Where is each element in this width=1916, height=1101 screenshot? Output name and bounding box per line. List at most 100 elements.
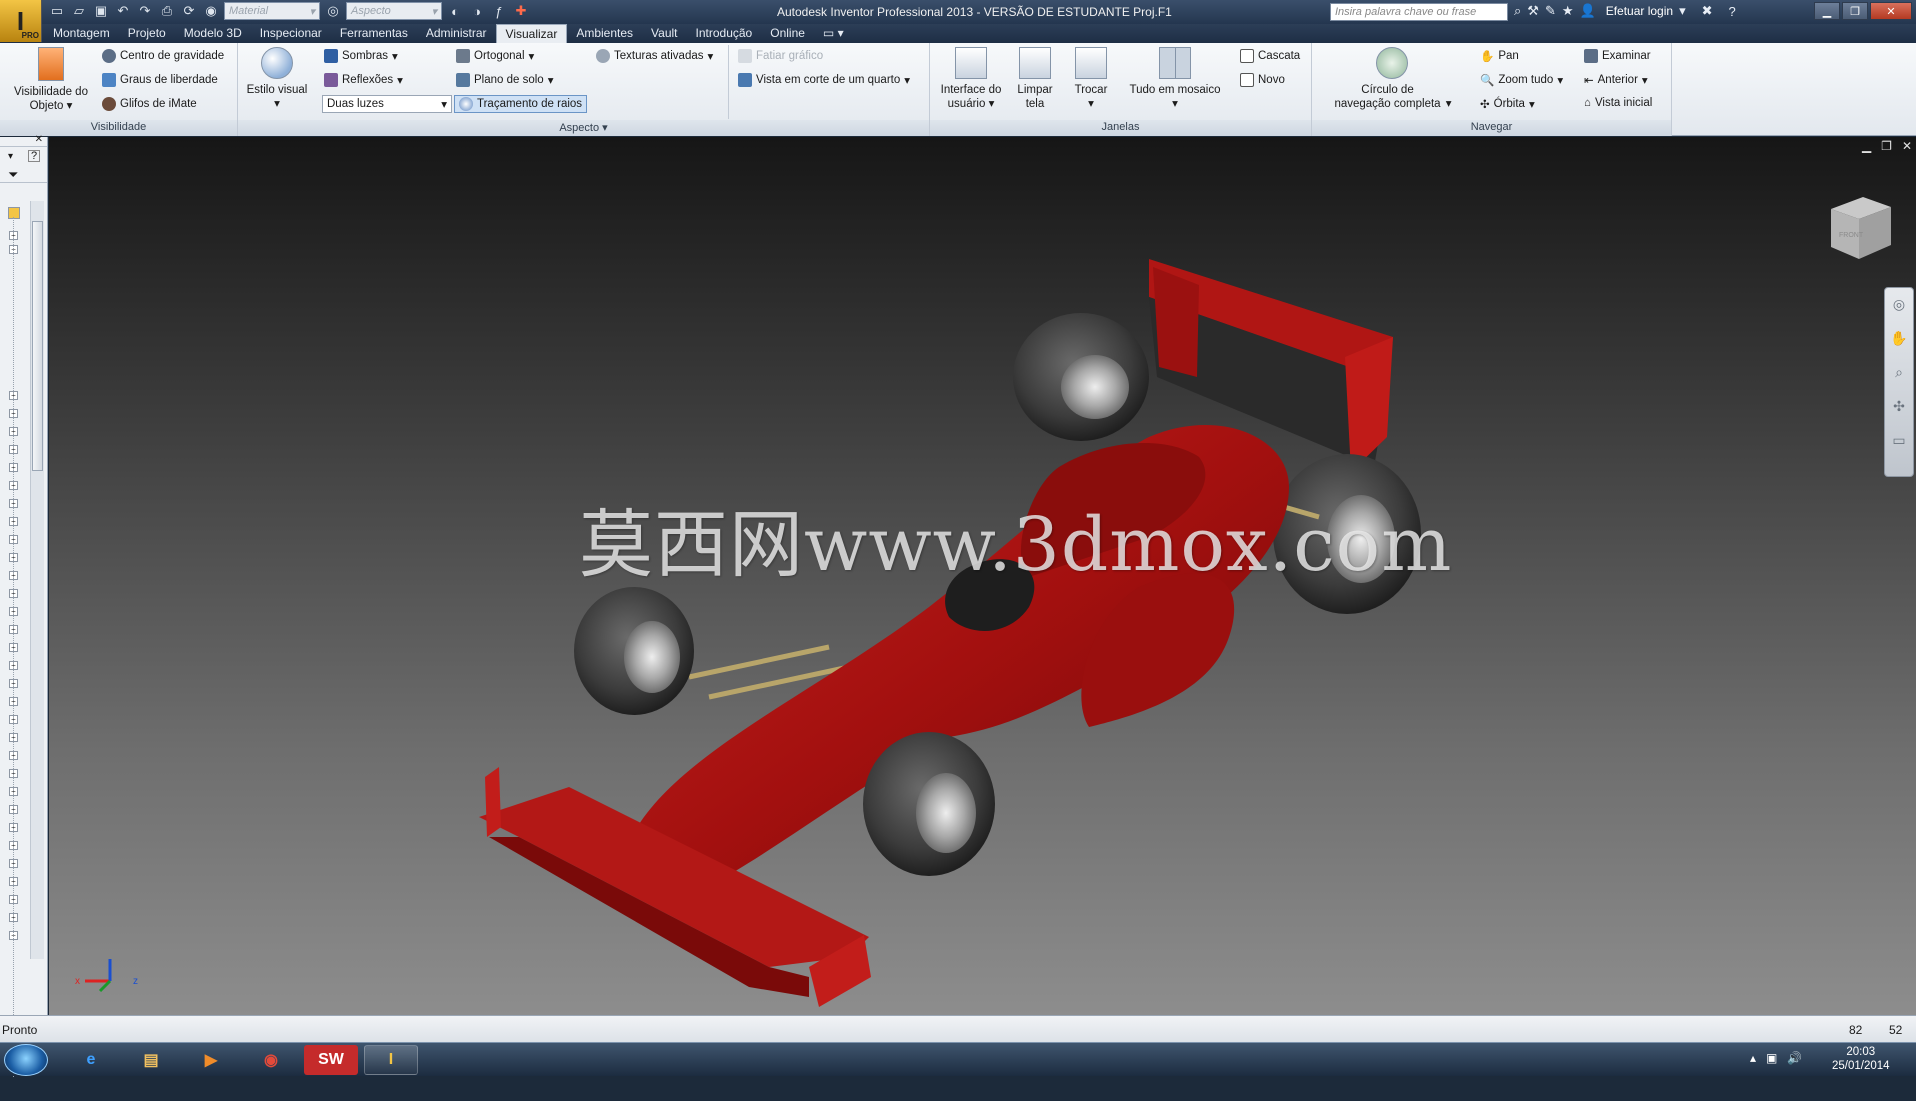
lighting-style-dropdown[interactable]: Duas luzes ▾ bbox=[322, 95, 452, 113]
adjust-icon[interactable]: ◐ bbox=[446, 2, 464, 20]
browser-menu-icon[interactable]: ▾ bbox=[8, 151, 13, 162]
steering-wheel-icon[interactable]: ◎ bbox=[1889, 296, 1909, 316]
new-icon[interactable]: ▭ bbox=[48, 2, 66, 20]
infocenter-tools: ⌕ ⚒ ✎ ★ 👤 Efetuar login ▾ ✖ ? bbox=[1514, 3, 1736, 19]
restore-button[interactable]: ❐ bbox=[1842, 2, 1868, 20]
panel-appearance-title[interactable]: Aspecto ▾ bbox=[238, 120, 929, 136]
look-at-button[interactable]: Examinar bbox=[1584, 49, 1651, 63]
switch-window-button[interactable]: Trocar ▾ bbox=[1066, 47, 1116, 111]
orthographic-button[interactable]: Ortogonal ▾ bbox=[456, 49, 534, 63]
tab-online[interactable]: Online bbox=[761, 24, 814, 43]
help-icon[interactable]: ? bbox=[28, 150, 40, 162]
ground-plane-button[interactable]: Plano de solo ▾ bbox=[456, 73, 553, 87]
close-button[interactable]: ✕ bbox=[1870, 2, 1912, 20]
solidworks-icon[interactable]: SW bbox=[304, 1045, 358, 1075]
tab-montagem[interactable]: Montagem bbox=[44, 24, 119, 43]
chevron-down-icon[interactable]: ▾ bbox=[1679, 3, 1686, 19]
tab-vault[interactable]: Vault bbox=[642, 24, 686, 43]
taskbar-clock[interactable]: 20:03 25/01/2014 bbox=[1832, 1045, 1890, 1073]
close-icon[interactable]: ✕ bbox=[35, 134, 43, 145]
look-at-icon[interactable]: ▭ bbox=[1889, 432, 1909, 452]
object-visibility-button[interactable]: Visibilidade do Objeto ▾ bbox=[8, 47, 94, 113]
appearance-color-icon[interactable]: ◎ bbox=[324, 2, 342, 20]
textures-on-button[interactable]: Texturas ativadas ▾ bbox=[596, 49, 713, 63]
restore-icon[interactable]: ❐ bbox=[1881, 139, 1892, 153]
ray-tracing-button[interactable]: Traçamento de raios bbox=[454, 95, 588, 113]
user-icon[interactable]: 👤 bbox=[1580, 3, 1596, 19]
zoom-all-button[interactable]: 🔍 Zoom tudo ▾ bbox=[1480, 73, 1563, 87]
open-icon[interactable]: ▱ bbox=[70, 2, 88, 20]
volume-icon[interactable]: 🔊 bbox=[1787, 1051, 1802, 1065]
degrees-of-freedom-button[interactable]: Graus de liberdade bbox=[102, 73, 218, 87]
full-navigation-wheel-button[interactable]: Círculo de navegação completa ▾ bbox=[1322, 47, 1462, 111]
zoom-icon[interactable]: ⌕ bbox=[1889, 364, 1909, 384]
orbit-button[interactable]: ✣ Órbita ▾ bbox=[1480, 97, 1535, 111]
material-combo[interactable]: Material ▾ bbox=[224, 2, 320, 20]
redo-icon[interactable]: ↷ bbox=[136, 2, 154, 20]
quarter-section-view-button[interactable]: Vista em corte de um quarto ▾ bbox=[738, 73, 910, 87]
pan-icon[interactable]: ✋ bbox=[1889, 330, 1909, 350]
application-menu-button[interactable]: I PRO bbox=[0, 0, 42, 42]
orbit-icon[interactable]: ✣ bbox=[1889, 398, 1909, 418]
undo-icon[interactable]: ↶ bbox=[114, 2, 132, 20]
inventor-taskbar-icon[interactable]: I bbox=[364, 1045, 418, 1075]
save-icon[interactable]: ▣ bbox=[92, 2, 110, 20]
clean-screen-button[interactable]: Limpar tela bbox=[1010, 47, 1060, 111]
center-of-gravity-button[interactable]: Centro de gravidade bbox=[102, 49, 224, 63]
assembly-icon[interactable] bbox=[8, 207, 20, 219]
tab-ferramentas[interactable]: Ferramentas bbox=[331, 24, 417, 43]
tab-inspecionar[interactable]: Inspecionar bbox=[251, 24, 331, 43]
media-player-icon[interactable]: ▶ bbox=[184, 1045, 238, 1075]
tab-ambientes[interactable]: Ambientes bbox=[567, 24, 642, 43]
appearance-combo[interactable]: Aspecto ▾ bbox=[346, 2, 442, 20]
binoculars-icon[interactable]: ⌕ bbox=[1514, 3, 1521, 19]
communication-icon[interactable]: ✎ bbox=[1545, 3, 1556, 19]
tab-projeto[interactable]: Projeto bbox=[119, 24, 175, 43]
imate-glyphs-button[interactable]: Glifos de iMate bbox=[102, 97, 197, 111]
filter-icon[interactable]: ⏷ bbox=[8, 167, 18, 183]
tray-expand-icon[interactable]: ▴ bbox=[1750, 1051, 1756, 1065]
degrees-of-freedom-label: Graus de liberdade bbox=[120, 74, 218, 86]
reflections-button[interactable]: Reflexões ▾ bbox=[324, 73, 403, 87]
browser-scroll-thumb[interactable] bbox=[32, 221, 43, 471]
viewcube[interactable]: FRONT bbox=[1819, 187, 1899, 267]
tile-all-button[interactable]: Tudo em mosaico ▾ bbox=[1126, 47, 1224, 111]
tab-introducao[interactable]: Introdução bbox=[687, 24, 762, 43]
shadows-button[interactable]: Sombras ▾ bbox=[324, 49, 398, 63]
visual-style-button[interactable]: Estilo visual ▾ bbox=[244, 47, 310, 111]
tab-visualizar[interactable]: Visualizar bbox=[495, 24, 568, 43]
user-interface-button[interactable]: Interface do usuário ▾ bbox=[936, 47, 1006, 111]
add-icon[interactable]: ✚ bbox=[512, 2, 530, 20]
cascade-button[interactable]: Cascata bbox=[1240, 49, 1300, 63]
clear-override-icon[interactable]: ◑ bbox=[468, 2, 486, 20]
minimize-icon[interactable]: ▁ bbox=[1862, 139, 1871, 153]
close-icon[interactable]: ✕ bbox=[1902, 139, 1912, 153]
slice-graphics-button[interactable]: Fatiar gráfico bbox=[738, 49, 823, 63]
file-explorer-icon[interactable]: ▤ bbox=[124, 1045, 178, 1075]
function-icon[interactable]: ƒ bbox=[490, 2, 508, 20]
print-icon[interactable]: ⎙ bbox=[158, 2, 176, 20]
browser-scrollbar[interactable] bbox=[30, 201, 44, 959]
color-icon[interactable]: ◉ bbox=[202, 2, 220, 20]
favorites-icon[interactable]: ★ bbox=[1562, 3, 1574, 19]
graphics-viewport[interactable]: 莫西网www.3dmox.com ▁ ❐ ✕ FRONT ◎ ✋ ⌕ ✣ ▭ x… bbox=[49, 137, 1916, 1015]
internet-explorer-icon[interactable]: e bbox=[64, 1045, 118, 1075]
help-icon[interactable]: ? bbox=[1729, 4, 1736, 19]
network-icon[interactable]: ▣ bbox=[1766, 1051, 1777, 1065]
subscription-icon[interactable]: ⚒ bbox=[1527, 3, 1539, 19]
pan-button[interactable]: ✋ Pan bbox=[1480, 49, 1519, 63]
update-icon[interactable]: ⟳ bbox=[180, 2, 198, 20]
previous-view-button[interactable]: ⇤ Anterior ▾ bbox=[1584, 73, 1648, 87]
tab-administrar[interactable]: Administrar bbox=[417, 24, 496, 43]
login-link[interactable]: Efetuar login bbox=[1606, 4, 1673, 18]
chrome-icon[interactable]: ◉ bbox=[244, 1045, 298, 1075]
window-title: Autodesk Inventor Professional 2013 - VE… bbox=[777, 5, 1172, 19]
start-button[interactable] bbox=[4, 1044, 48, 1076]
new-window-button[interactable]: Novo bbox=[1240, 73, 1285, 87]
home-view-button[interactable]: ⌂ Vista inicial bbox=[1584, 97, 1652, 109]
exchange-icon[interactable]: ✖ bbox=[1702, 3, 1713, 19]
minimize-button[interactable]: ▁ bbox=[1814, 2, 1840, 20]
ribbon-options-icon[interactable]: ▭ ▾ bbox=[814, 24, 853, 43]
tab-modelo-3d[interactable]: Modelo 3D bbox=[175, 24, 251, 43]
help-search-input[interactable]: Insira palavra chave ou frase bbox=[1330, 3, 1508, 21]
